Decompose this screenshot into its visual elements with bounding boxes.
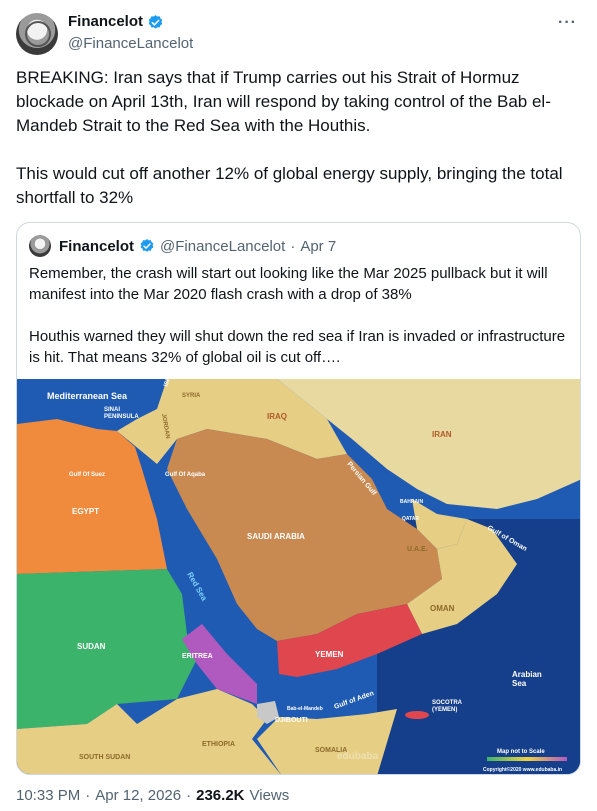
quote-separator: ·	[290, 237, 296, 255]
more-options-icon[interactable]: ···	[558, 14, 577, 32]
label-syria: SYRIA	[182, 393, 201, 399]
author-display-name[interactable]: Financelot	[68, 12, 143, 32]
label-iran: IRAN	[432, 430, 452, 439]
footer-dot: ·	[85, 787, 91, 804]
label-copyright: Copyright©2020 www.edubaba.in	[483, 766, 562, 773]
author-names: Financelot @FinanceLancelot	[68, 12, 193, 54]
label-gulf-aqaba: Gulf Of Aqaba	[165, 472, 206, 478]
label-gulf-suez: Gulf Of Suez	[69, 472, 105, 478]
quote-text: Remember, the crash will start out looki…	[29, 265, 566, 366]
socotra-island	[405, 711, 429, 719]
scale-legend-bar	[487, 757, 567, 761]
label-iraq: IRAQ	[267, 412, 287, 421]
tweet-date[interactable]: Apr 12, 2026	[95, 787, 181, 804]
label-bab-el-mandeb: Bab-el-Mandeb	[287, 706, 323, 712]
middle-east-map-image[interactable]: Mediterranean Sea SINAIPENINSULA ISRAEL …	[17, 379, 580, 774]
label-sudan: SUDAN	[77, 642, 106, 651]
author-handle[interactable]: @FinanceLancelot	[68, 34, 193, 54]
quote-display-name: Financelot	[59, 237, 135, 255]
label-djibouti: DJIBOUTI	[275, 717, 308, 724]
label-qatar: QATAR	[402, 516, 419, 522]
quoted-tweet[interactable]: Financelot @FinanceLancelot · Apr 7 Reme…	[16, 222, 581, 775]
footer-dot-2: ·	[186, 787, 192, 804]
views-count: 236.2K	[196, 787, 245, 804]
label-bahrain: BAHRAIN	[400, 499, 423, 505]
label-oman: OMAN	[430, 604, 455, 613]
label-yemen: YEMEN	[315, 650, 344, 659]
quote-handle: @FinanceLancelot	[160, 237, 286, 255]
label-ethiopia: ETHIOPIA	[202, 741, 235, 748]
label-eritrea: ERITREA	[182, 653, 213, 660]
quoted-tweet-header: Financelot @FinanceLancelot · Apr 7	[29, 235, 336, 257]
tweet-footer: 10:33 PM · Apr 12, 2026 · 236.2K Views	[16, 787, 289, 804]
tweet-text: BREAKING: Iran says that if Trump carrie…	[16, 68, 563, 207]
label-egypt: EGYPT	[72, 507, 99, 516]
label-uae: U.A.E.	[407, 546, 428, 553]
verified-badge-icon	[140, 239, 154, 252]
label-south-sudan: SOUTH SUDAN	[79, 754, 130, 761]
label-mediterranean: Mediterranean Sea	[47, 391, 128, 401]
views-label: Views	[249, 787, 290, 804]
watermark-text: edubaba	[337, 751, 379, 762]
label-saudi: SAUDI ARABIA	[247, 532, 305, 541]
label-scale-note: Map not to Scale	[497, 749, 545, 755]
author-display-name-row[interactable]: Financelot	[68, 12, 164, 32]
quote-avatar	[29, 235, 51, 257]
quote-date: Apr 7	[300, 237, 337, 255]
verified-badge-icon	[148, 14, 163, 29]
knight-avatar[interactable]	[16, 13, 58, 55]
map-svg: Mediterranean Sea SINAIPENINSULA ISRAEL …	[17, 379, 580, 774]
tweet-header: Financelot @FinanceLancelot ···	[16, 10, 581, 58]
tweet-time[interactable]: 10:33 PM	[16, 787, 80, 804]
